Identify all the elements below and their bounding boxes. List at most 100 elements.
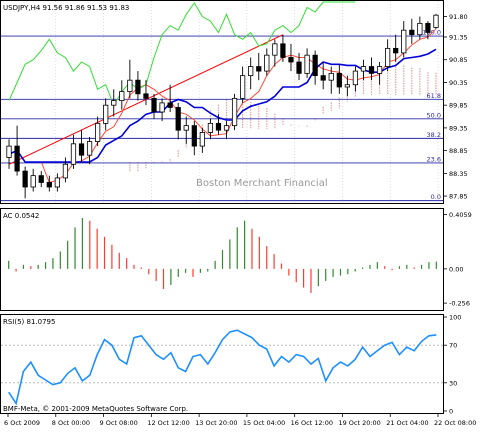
- candle-body: [127, 79, 133, 92]
- fib-level-label: 38.2: [427, 131, 441, 139]
- candle-body: [240, 75, 246, 99]
- candle-body: [256, 66, 262, 72]
- price-axis-label: 88.35: [449, 170, 468, 178]
- candle-body: [385, 47, 391, 67]
- fib-level-label: 0.0: [431, 193, 441, 201]
- candle-body: [320, 75, 326, 81]
- ac-axis-label: 0.4059: [449, 211, 472, 219]
- candle-body: [135, 79, 141, 95]
- candle-body: [368, 66, 375, 74]
- price-axis-label: 88.85: [449, 147, 468, 155]
- candle-body: [6, 145, 12, 158]
- cloud-dot: [435, 83, 437, 85]
- candle-body: [417, 22, 423, 36]
- time-axis-label: 13 Oct 20:00: [195, 419, 237, 427]
- price-axis-label: 90.35: [449, 79, 468, 87]
- price-axis-label: 87.85: [449, 193, 468, 201]
- fib-level-label: 61.8: [427, 92, 441, 100]
- candle-body: [409, 29, 415, 36]
- ac-axis-label: 0.00: [449, 265, 463, 273]
- time-axis-label: 22 Oct 08:00: [434, 419, 476, 427]
- candle-body: [433, 14, 439, 28]
- ac-axis: 0.4059 0.00 -0.256: [444, 211, 472, 308]
- chart-window: 100.0 61.8 50.0 38.2 23.6 0.0 USDJPY,H4 91.56…: [0, 0, 500, 429]
- candle-body: [360, 66, 367, 72]
- candle-body: [272, 43, 278, 56]
- candle-body: [344, 84, 350, 88]
- rsi-axis-label: 0: [449, 408, 453, 416]
- copyright-text: BMF-Meta, © 2001-2009 MetaQuotes Softwar…: [3, 405, 188, 413]
- candle-body: [376, 66, 383, 74]
- candle-body: [183, 125, 189, 131]
- candle-body: [151, 97, 157, 113]
- time-axis-label: 8 Oct 00:00: [52, 419, 90, 427]
- candle-body: [393, 47, 399, 54]
- candle-body: [38, 175, 44, 183]
- rsi-axis-label: 70: [449, 342, 457, 350]
- candle-body: [62, 163, 69, 179]
- price-axis-label: 91.80: [449, 13, 468, 21]
- time-axis-label: 15 Oct 04:00: [243, 419, 285, 427]
- cloud-dot: [435, 76, 437, 78]
- time-axis-label: 21 Oct 04:00: [386, 419, 428, 427]
- candle-body: [119, 91, 125, 102]
- candle-body: [167, 102, 173, 108]
- price-axis-label: 90.85: [449, 56, 468, 64]
- candle-body: [22, 170, 28, 188]
- candle-body: [264, 54, 270, 72]
- price-axis-label: 89.35: [449, 124, 468, 132]
- candle-body: [14, 145, 20, 172]
- candle-body: [296, 61, 302, 74]
- cloud-dot: [435, 87, 437, 89]
- chart-canvas: 100.061.850.038.223.60.0 USDJPY,H4 91.56…: [0, 0, 476, 427]
- candle-body: [248, 66, 254, 77]
- price-axis-label: 91.35: [449, 34, 468, 42]
- time-axis-label: 9 Oct 08:00: [100, 419, 138, 427]
- candle-body: [103, 104, 109, 124]
- candle-body: [143, 93, 149, 99]
- candle-body: [280, 43, 286, 58]
- candle-body: [95, 122, 101, 142]
- ac-panel-title: AC 0.0542: [3, 212, 39, 220]
- candle-body: [78, 143, 85, 156]
- price-axis-label: 89.85: [449, 102, 468, 110]
- time-axis-label: 12 Oct 12:00: [147, 419, 189, 427]
- candle-body: [336, 72, 342, 88]
- candle-body: [288, 57, 294, 63]
- candle-body: [191, 125, 197, 147]
- candle-body: [352, 70, 359, 86]
- candle-body: [175, 107, 181, 131]
- candle-body: [70, 143, 77, 165]
- fib-level-label: 23.6: [427, 155, 441, 163]
- candle-body: [231, 97, 238, 127]
- time-axis-label: 6 Oct 2009: [4, 419, 40, 427]
- rsi-axis-label: 100: [449, 314, 461, 322]
- candle-body: [223, 125, 230, 131]
- time-axis-label: 19 Oct 20:00: [338, 419, 380, 427]
- price-axis: 91.80 91.35 90.85 90.35 89.85 89.35 88.85 88.35…: [444, 13, 468, 201]
- ac-axis-label: -0.256: [449, 300, 470, 308]
- candle-body: [54, 177, 60, 188]
- candle-body: [304, 54, 310, 74]
- rsi-axis: 100 70 30 0: [444, 314, 461, 416]
- candle-body: [86, 141, 93, 156]
- candle-body: [199, 132, 205, 147]
- candle-body: [111, 100, 117, 106]
- candle-body: [159, 102, 165, 113]
- rsi-axis-label: 30: [449, 379, 457, 387]
- chart-watermark: Boston Merchant Financial: [196, 178, 328, 189]
- fib-level-label: 50.0: [427, 111, 441, 119]
- candle-body: [312, 54, 318, 77]
- candle-body: [425, 22, 431, 33]
- candle-body: [401, 29, 407, 54]
- cloud-dot: [435, 79, 437, 81]
- rsi-panel-frame: [0, 314, 444, 414]
- candle-body: [46, 182, 52, 188]
- time-axis-label: 16 Oct 12:00: [291, 419, 333, 427]
- candle-body: [215, 122, 222, 131]
- candle-body: [30, 175, 36, 188]
- candle-body: [207, 122, 214, 133]
- candle-body: [328, 72, 334, 81]
- main-panel-title: USDJPY,H4 91.56 91.86 91.53 91.83: [3, 4, 129, 12]
- rsi-panel-title: RSI(5) 81.0795: [3, 318, 55, 326]
